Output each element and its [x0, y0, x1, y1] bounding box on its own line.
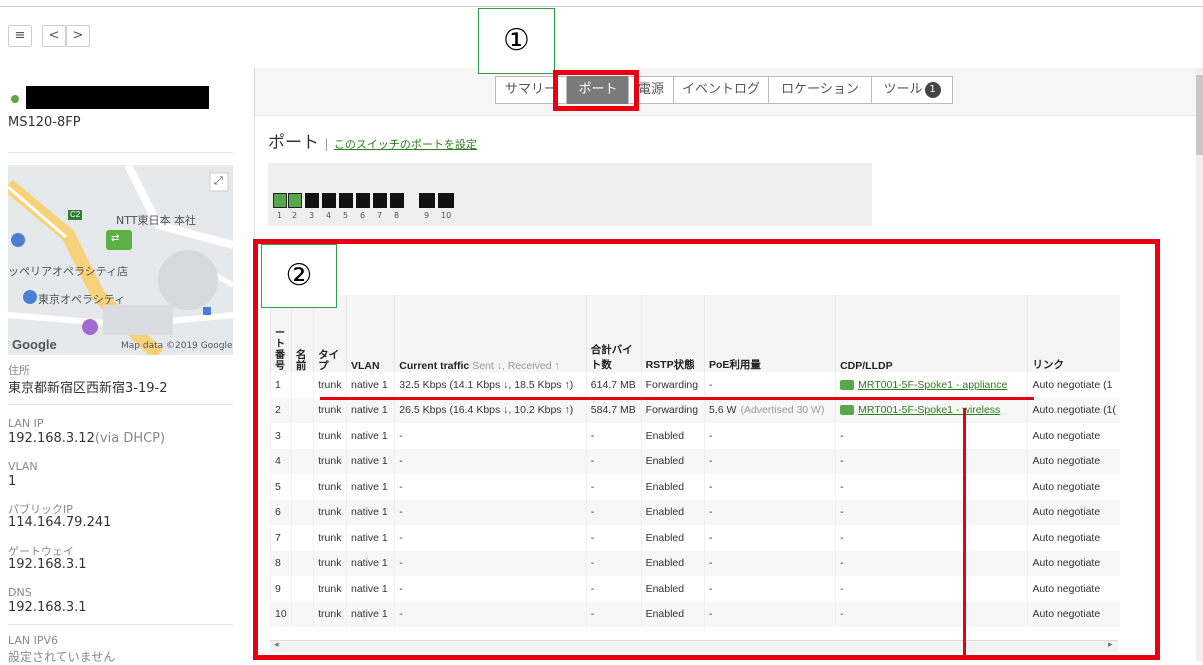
- ports-title: ポート: [268, 133, 319, 153]
- port-number: 1: [277, 211, 283, 220]
- port-8-icon[interactable]: [390, 193, 404, 208]
- vlan-value: 1: [8, 474, 17, 489]
- map-pin-icon[interactable]: ⇄: [111, 233, 119, 244]
- divider: [8, 152, 233, 153]
- port-6-icon[interactable]: [356, 193, 370, 208]
- top-divider: [0, 6, 1203, 7]
- port-3-icon[interactable]: [305, 193, 319, 208]
- location-map[interactable]: ⇄ C2 ⤢ NTT東日本 本社 ッペリアオペラシティ店 東京オペラシティ Go…: [8, 165, 233, 355]
- highlight-ports-table: [253, 239, 1160, 660]
- port-number: 3: [309, 211, 315, 220]
- configure-ports-link[interactable]: このスイッチのポートを設定: [334, 138, 477, 151]
- back-button[interactable]: <: [42, 25, 66, 47]
- device-sidebar: [0, 68, 255, 661]
- public-ip-value: 114.164.79.241: [8, 515, 112, 530]
- ports-section-title: ポート | このスイッチのポートを設定: [268, 128, 477, 153]
- map-label-tokyo-opera: 東京オペラシティ: [38, 293, 126, 306]
- address-label: 住所: [8, 364, 30, 377]
- port-number: 8: [394, 211, 400, 220]
- port-1-icon[interactable]: [273, 193, 287, 208]
- lan-ip: 192.168.3.12: [8, 431, 95, 446]
- menu-icon[interactable]: ≡: [8, 25, 32, 47]
- dns-value: 192.168.3.1: [8, 600, 87, 615]
- page-scrollbar[interactable]: [1196, 68, 1203, 661]
- lan-ipv6-label: LAN IPV6: [8, 634, 59, 647]
- port-number: 9: [424, 211, 430, 220]
- lan-ipv6-value: 設定されていません: [8, 650, 116, 664]
- lan-ip-label: LAN IP: [8, 417, 44, 430]
- title-separator: |: [324, 137, 329, 151]
- address-value: 東京都新宿区西新宿3-19-2: [8, 381, 168, 396]
- map-label-ntt: NTT東日本 本社: [116, 214, 196, 227]
- port-number: 7: [377, 211, 383, 220]
- annotation-underline: [320, 397, 1034, 400]
- tools-count-badge: 1: [924, 81, 941, 98]
- port-number: 6: [360, 211, 366, 220]
- vlan-label: VLAN: [8, 460, 38, 473]
- tab-tools-label: ツール: [883, 82, 923, 97]
- annotation-2: ②: [261, 244, 337, 308]
- port-number: 2: [292, 211, 298, 220]
- annotation-vertical-line: [963, 408, 966, 656]
- lan-ip-value: 192.168.3.12(via DHCP): [8, 431, 165, 446]
- port-9-icon[interactable]: [419, 193, 435, 208]
- device-model: MS120-8FP: [8, 115, 81, 130]
- redacted-device-name: [26, 86, 209, 109]
- port-number: 5: [343, 211, 349, 220]
- port-7-icon[interactable]: [373, 193, 387, 208]
- expand-map-icon[interactable]: ⤢: [214, 174, 223, 188]
- port-number: 10: [441, 211, 452, 220]
- port-number: 4: [326, 211, 332, 220]
- tab-event-log[interactable]: イベントログ: [673, 76, 769, 104]
- forward-button[interactable]: >: [66, 25, 90, 47]
- page-scrollbar-thumb[interactable]: [1196, 75, 1203, 155]
- map-road-label: C2: [70, 210, 81, 219]
- port-2-icon[interactable]: [288, 193, 302, 208]
- tab-tools[interactable]: ツール 1: [871, 76, 953, 104]
- divider: [8, 404, 233, 405]
- port-4-icon[interactable]: [322, 193, 336, 208]
- map-label-opera-city-shop: ッペリアオペラシティ店: [8, 265, 129, 278]
- gateway-value: 192.168.3.1: [8, 557, 87, 572]
- tab-location[interactable]: ロケーション: [768, 76, 872, 104]
- dns-label: DNS: [8, 586, 32, 599]
- lan-ip-suffix: (via DHCP): [94, 431, 166, 446]
- divider: [8, 624, 233, 625]
- annotation-1: ①: [478, 8, 555, 74]
- port-5-icon[interactable]: [339, 193, 353, 208]
- map-graphic: [8, 165, 233, 355]
- status-dot-icon: [11, 95, 19, 103]
- top-bar: [0, 0, 1203, 69]
- port-10-icon[interactable]: [438, 193, 454, 208]
- map-credit: Map data ©2019 Google: [121, 341, 233, 351]
- google-logo: Google: [12, 337, 57, 352]
- highlight-ports-tab: [553, 70, 639, 111]
